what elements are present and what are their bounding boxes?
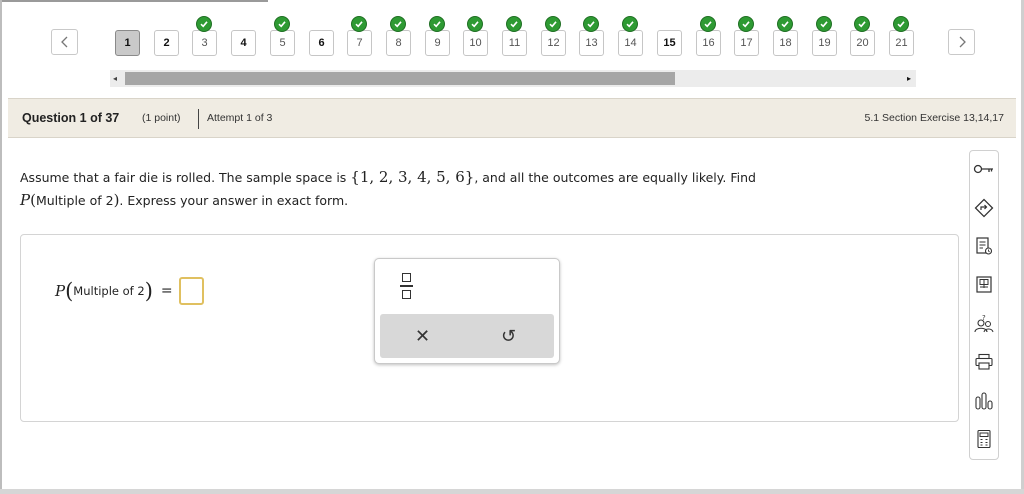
answer-event-text: Multiple of 2: [73, 284, 145, 298]
clear-button[interactable]: ✕: [415, 326, 430, 347]
correct-check-icon: [545, 16, 561, 32]
correct-check-icon: [390, 16, 406, 32]
textbook-icon: [976, 276, 992, 293]
correct-check-icon: [274, 16, 290, 32]
question-number: Question 1 of 37: [22, 111, 120, 125]
question-header: Question 1 of 37 (1 point) Attempt 1 of …: [8, 98, 1016, 138]
correct-check-icon: [893, 16, 909, 32]
scroll-right-arrow-icon[interactable]: ▸: [907, 74, 911, 83]
correct-check-icon: [777, 16, 793, 32]
correct-check-icon: [506, 16, 522, 32]
calculator-button[interactable]: [972, 427, 996, 451]
question-button-2[interactable]: 2: [154, 30, 179, 56]
question-button-9[interactable]: 9: [425, 30, 450, 56]
navigator-scrollbar[interactable]: ◂ ▸: [110, 70, 916, 87]
correct-check-icon: [429, 16, 445, 32]
sample-space: {1, 2, 3, 4, 5, 6}: [350, 168, 475, 186]
answer-area: P ( Multiple of 2 ) = ✕ ↺: [20, 234, 959, 422]
scrollbar-thumb[interactable]: [125, 72, 675, 85]
left-border: [0, 0, 2, 494]
answer-probability-symbol: P: [55, 282, 66, 300]
probability-symbol: P: [20, 191, 31, 209]
tools-toolbar: ?: [969, 150, 999, 460]
correct-check-icon: [854, 16, 870, 32]
question-button-18[interactable]: 18: [773, 30, 798, 56]
correct-check-icon: [622, 16, 638, 32]
question-button-13[interactable]: 13: [579, 30, 604, 56]
svg-text:?: ?: [982, 314, 986, 322]
question-text: Assume that a fair die is rolled. The sa…: [20, 168, 756, 209]
textbook-button[interactable]: [972, 273, 996, 297]
palette-actions: ✕ ↺: [380, 314, 554, 358]
next-question-button[interactable]: [948, 29, 975, 55]
question-button-20[interactable]: 20: [850, 30, 875, 56]
question-button-1[interactable]: 1: [115, 30, 140, 56]
header-divider: [198, 109, 199, 129]
correct-check-icon: [196, 16, 212, 32]
question-button-8[interactable]: 8: [386, 30, 411, 56]
question-button-4[interactable]: 4: [231, 30, 256, 56]
calculator-icon: [977, 429, 991, 449]
math-palette: ✕ ↺: [374, 258, 560, 364]
checklist-icon: [976, 237, 993, 255]
fraction-icon: [399, 273, 413, 299]
direction-button[interactable]: [972, 196, 996, 220]
correct-check-icon: [583, 16, 599, 32]
previous-question-button[interactable]: [51, 29, 78, 55]
question-text-part2: , and all the outcomes are equally likel…: [474, 170, 756, 185]
event-name: Multiple of 2: [35, 193, 114, 208]
answer-expression: P ( Multiple of 2 ) =: [55, 277, 204, 305]
chevron-right-icon: [959, 36, 966, 48]
chevron-left-icon: [60, 36, 67, 48]
statistics-icon: [975, 392, 993, 410]
print-icon: [975, 353, 993, 370]
question-button-6[interactable]: 6: [309, 30, 334, 56]
correct-check-icon: [738, 16, 754, 32]
fraction-button[interactable]: [397, 273, 415, 303]
correct-check-icon: [351, 16, 367, 32]
correct-check-icon: [816, 16, 832, 32]
scroll-left-arrow-icon[interactable]: ◂: [113, 74, 117, 83]
correct-check-icon: [467, 16, 483, 32]
answer-input[interactable]: [178, 277, 204, 305]
question-button-14[interactable]: 14: [618, 30, 643, 56]
attempt-count: Attempt 1 of 3: [207, 112, 273, 124]
question-button-19[interactable]: 19: [812, 30, 837, 56]
question-button-15[interactable]: 15: [657, 30, 682, 56]
checklist-button[interactable]: [972, 234, 996, 258]
question-text-part3: . Express your answer in exact form.: [119, 193, 349, 208]
question-button-3[interactable]: 3: [192, 30, 217, 56]
correct-check-icon: [700, 16, 716, 32]
question-button-16[interactable]: 16: [696, 30, 721, 56]
question-points: (1 point): [142, 112, 181, 124]
equals-sign: =: [160, 283, 173, 299]
ask-help-icon: ?: [974, 314, 994, 333]
key-icon: [973, 164, 993, 174]
question-button-17[interactable]: 17: [734, 30, 759, 56]
question-button-11[interactable]: 11: [502, 30, 527, 56]
question-button-12[interactable]: 12: [541, 30, 566, 56]
question-text-part1: Assume that a fair die is rolled. The sa…: [20, 170, 351, 185]
ask-help-button[interactable]: ?: [972, 312, 996, 336]
print-button[interactable]: [972, 350, 996, 374]
key-button[interactable]: [972, 157, 996, 181]
bottom-border: [0, 489, 1024, 494]
statistics-button[interactable]: [972, 389, 996, 413]
top-border: [0, 0, 268, 2]
direction-sign-icon: [974, 198, 994, 218]
question-button-7[interactable]: 7: [347, 30, 372, 56]
undo-button[interactable]: ↺: [501, 326, 516, 347]
section-exercise: 5.1 Section Exercise 13,14,17: [864, 112, 1004, 124]
question-button-21[interactable]: 21: [889, 30, 914, 56]
question-button-5[interactable]: 5: [270, 30, 295, 56]
question-button-10[interactable]: 10: [463, 30, 488, 56]
